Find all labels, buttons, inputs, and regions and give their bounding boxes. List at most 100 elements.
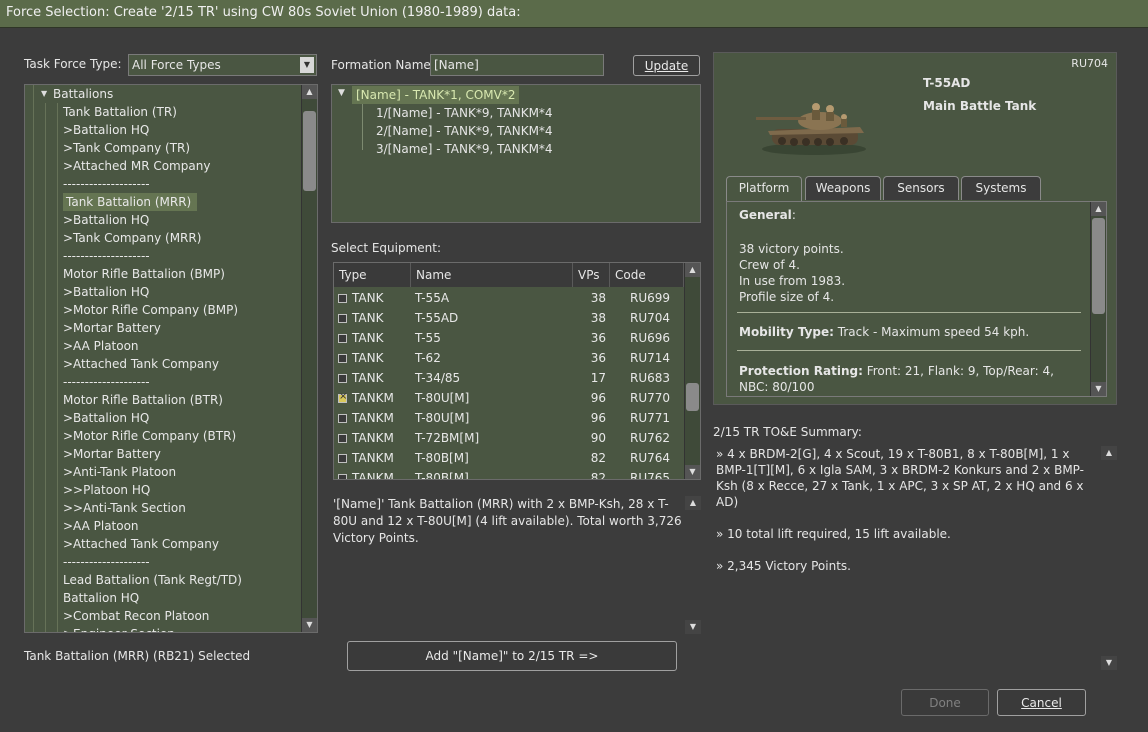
tree-item[interactable]: Tank Battalion (MRR) xyxy=(63,193,198,211)
column-type[interactable]: Type xyxy=(334,263,411,287)
formation-child-1[interactable]: 1/[Name] - TANK*9, TANKM*4 xyxy=(376,104,553,122)
row-checkbox[interactable] xyxy=(338,454,347,463)
column-name[interactable]: Name xyxy=(411,263,573,287)
window-title-bar[interactable]: Force Selection: Create '2/15 TR' using … xyxy=(0,0,1148,28)
tree-item[interactable]: >>Platoon HQ xyxy=(63,481,150,499)
tab-platform[interactable]: Platform xyxy=(726,176,802,202)
add-formation-button[interactable]: Add "[Name]" to 2/15 TR => xyxy=(347,641,677,671)
platform-scrollbar[interactable]: ▲ ▼ xyxy=(1090,202,1106,396)
summary-scrollbar[interactable]: ▲ ▼ xyxy=(1101,446,1117,670)
tree-item[interactable]: >Battalion HQ xyxy=(63,211,149,229)
scroll-thumb[interactable] xyxy=(303,111,316,191)
scroll-up-icon[interactable]: ▲ xyxy=(1101,446,1117,460)
task-force-type-select[interactable]: All Force Types ▼ xyxy=(128,54,317,76)
row-code: RU762 xyxy=(630,431,671,445)
row-name: T-72BM[M] xyxy=(415,431,480,445)
tab-weapons[interactable]: Weapons xyxy=(805,176,881,200)
scroll-down-icon[interactable]: ▼ xyxy=(685,620,701,634)
tree-item[interactable]: >Attached MR Company xyxy=(63,157,210,175)
tree-item[interactable]: >Engineer Section xyxy=(63,625,175,632)
equipment-row[interactable]: TANK T-62 36 RU714 xyxy=(334,348,684,368)
tree-item[interactable]: Tank Battalion (TR) xyxy=(63,103,177,121)
column-vps[interactable]: VPs xyxy=(573,263,610,287)
scroll-up-icon[interactable]: ▲ xyxy=(1091,202,1106,216)
equipment-table[interactable]: Type Name VPs Code TANK T-55A 38 RU699 TANK T… xyxy=(333,262,701,480)
tree-item[interactable]: -------------------- xyxy=(63,553,150,571)
tree-item[interactable]: >Tank Company (MRR) xyxy=(63,229,201,247)
scroll-thumb[interactable] xyxy=(1092,218,1105,314)
tree-item[interactable]: >>Anti-Tank Section xyxy=(63,499,186,517)
equipment-row[interactable]: TANKM T-80U[M] 96 RU771 xyxy=(334,408,684,428)
tree-item[interactable]: >Anti-Tank Platoon xyxy=(63,463,176,481)
tree-collapse-icon[interactable]: ▼ xyxy=(41,89,47,98)
equipment-scrollbar[interactable]: ▲ ▼ xyxy=(684,263,700,479)
force-type-tree[interactable]: Battalions Tank Battalion (TR) >Battalion … xyxy=(24,84,318,633)
formation-name-input[interactable]: [Name] xyxy=(430,54,604,76)
row-name: T-80B[M] xyxy=(415,451,469,465)
tree-item[interactable]: Motor Rifle Battalion (BTR) xyxy=(63,391,223,409)
row-checkbox[interactable] xyxy=(338,314,347,323)
tree-item[interactable]: >Battalion HQ xyxy=(63,409,149,427)
scroll-up-icon[interactable]: ▲ xyxy=(302,85,317,99)
tree-item[interactable]: >AA Platoon xyxy=(63,517,139,535)
row-checkbox[interactable] xyxy=(338,434,347,443)
scroll-down-icon[interactable]: ▼ xyxy=(1101,656,1117,670)
tab-systems[interactable]: Systems xyxy=(961,176,1041,200)
tree-item[interactable]: >Attached Tank Company xyxy=(63,535,219,553)
row-checkbox[interactable] xyxy=(338,334,347,343)
equipment-row[interactable]: TANK T-34/85 17 RU683 xyxy=(334,368,684,388)
scroll-down-icon[interactable]: ▼ xyxy=(685,465,700,479)
tree-item[interactable]: >Combat Recon Platoon xyxy=(63,607,209,625)
force-tree-scrollbar[interactable]: ▲ ▼ xyxy=(301,85,317,632)
formation-root[interactable]: [Name] - TANK*1, COMV*2 xyxy=(352,86,520,104)
tree-item[interactable]: -------------------- xyxy=(63,247,150,265)
row-checkbox[interactable] xyxy=(338,294,347,303)
equipment-row[interactable]: TANK T-55A 38 RU699 xyxy=(334,288,684,308)
done-button[interactable]: Done xyxy=(901,689,989,716)
tree-collapse-icon[interactable]: ▼ xyxy=(338,88,345,98)
equipment-row[interactable]: TANKM T-80B[M] 82 RU764 xyxy=(334,448,684,468)
scroll-thumb[interactable] xyxy=(686,383,699,411)
tree-item[interactable]: -------------------- xyxy=(63,175,150,193)
description-scrollbar[interactable]: ▲ ▼ xyxy=(685,496,701,634)
tree-item[interactable]: >Battalion HQ xyxy=(63,121,149,139)
tree-item[interactable]: >Mortar Battery xyxy=(63,319,161,337)
tree-item[interactable]: Battalion HQ xyxy=(63,589,139,607)
column-code[interactable]: Code xyxy=(610,263,684,287)
tree-item[interactable]: >Mortar Battery xyxy=(63,445,161,463)
tree-item[interactable]: >AA Platoon xyxy=(63,337,139,355)
tab-sensors[interactable]: Sensors xyxy=(883,176,959,200)
equipment-row[interactable]: TANKM T-80U[M] 96 RU770 xyxy=(334,388,684,408)
scroll-down-icon[interactable]: ▼ xyxy=(302,618,317,632)
tree-item[interactable]: -------------------- xyxy=(63,373,150,391)
update-button[interactable]: Update xyxy=(633,55,700,76)
equipment-row[interactable]: TANKM T-72BM[M] 90 RU762 xyxy=(334,428,684,448)
scroll-up-icon[interactable]: ▲ xyxy=(685,263,700,277)
equipment-row[interactable]: TANK T-55 36 RU696 xyxy=(334,328,684,348)
mobility-value: Track - Maximum speed 54 kph. xyxy=(833,325,1030,339)
tree-item[interactable]: >Tank Company (TR) xyxy=(63,139,190,157)
tree-item[interactable]: >Attached Tank Company xyxy=(63,355,219,373)
row-checkbox[interactable] xyxy=(338,474,347,479)
tree-item[interactable]: >Motor Rifle Company (BMP) xyxy=(63,301,238,319)
chevron-down-icon[interactable]: ▼ xyxy=(300,57,314,73)
tree-group-battalions[interactable]: Battalions xyxy=(53,85,113,103)
tree-item[interactable]: >Motor Rifle Company (BTR) xyxy=(63,427,236,445)
tree-item[interactable]: >Battalion HQ xyxy=(63,283,149,301)
cancel-button[interactable]: Cancel xyxy=(997,689,1086,716)
scroll-down-icon[interactable]: ▼ xyxy=(1091,382,1106,396)
row-checkbox[interactable] xyxy=(338,391,347,403)
scroll-up-icon[interactable]: ▲ xyxy=(685,496,701,510)
tree-item[interactable]: Lead Battalion (Tank Regt/TD) xyxy=(63,571,242,589)
row-checkbox[interactable] xyxy=(338,374,347,383)
row-checkbox[interactable] xyxy=(338,414,347,423)
row-checkbox[interactable] xyxy=(338,354,347,363)
equipment-row[interactable]: TANK T-55AD 38 RU704 xyxy=(334,308,684,328)
formation-child-2[interactable]: 2/[Name] - TANK*9, TANKM*4 xyxy=(376,122,553,140)
select-equipment-label: Select Equipment: xyxy=(331,241,442,255)
equipment-row[interactable]: TANKM T-80B[M] 82 RU765 xyxy=(334,468,684,479)
formation-child-3[interactable]: 3/[Name] - TANK*9, TANKM*4 xyxy=(376,140,553,158)
tree-item[interactable]: Motor Rifle Battalion (BMP) xyxy=(63,265,225,283)
row-vps: 36 xyxy=(590,331,606,345)
formation-tree[interactable]: ▼ [Name] - TANK*1, COMV*2 1/[Name] - TAN… xyxy=(331,84,701,223)
